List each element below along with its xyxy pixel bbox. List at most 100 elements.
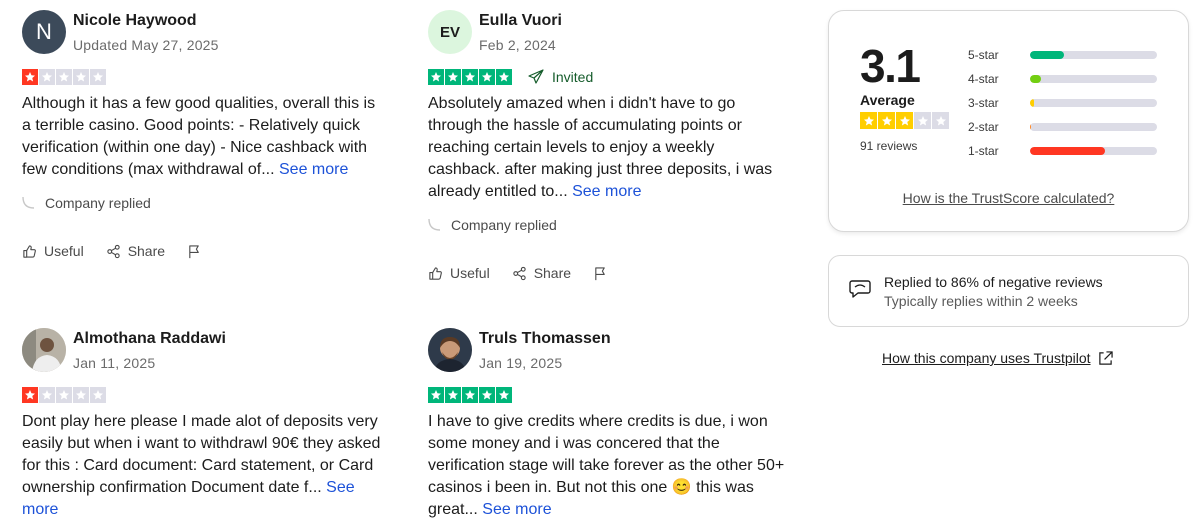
flag-icon <box>595 266 605 280</box>
star-empty-icon <box>56 387 72 403</box>
share-button[interactable]: Share <box>512 265 571 281</box>
star-filled-icon <box>860 112 877 129</box>
distribution-row[interactable]: 5-star <box>968 43 1157 67</box>
distribution-bar <box>1030 99 1157 107</box>
invited-badge[interactable]: Invited <box>528 69 593 85</box>
distribution-row[interactable]: 2-star <box>968 115 1157 139</box>
reply-rate-text: Replied to 86% of negative reviews <box>884 274 1103 290</box>
company-replied-label: Company replied <box>45 195 151 211</box>
thumbs-up-icon <box>429 266 442 280</box>
reviewer-name[interactable]: Truls Thomassen <box>479 329 611 349</box>
review-header: Truls Thomassen Jan 19, 2025 <box>428 326 788 374</box>
review-text: Absolutely amazed when i didn't have to … <box>428 93 788 203</box>
star-filled-icon <box>445 69 461 85</box>
star-filled-icon <box>428 69 444 85</box>
reviewer-name[interactable]: Nicole Haywood <box>73 11 219 31</box>
trustscore-calc-link[interactable]: How is the TrustScore calculated? <box>829 190 1188 206</box>
company-replied[interactable]: Company replied <box>428 217 788 233</box>
review-count: 91 reviews <box>860 139 918 153</box>
distribution-label: 1-star <box>968 144 999 158</box>
avatar[interactable]: N <box>22 10 66 54</box>
star-filled-icon <box>428 387 444 403</box>
star-empty-icon <box>73 69 89 85</box>
thumbs-up-icon <box>23 244 36 258</box>
distribution-label: 4-star <box>968 72 999 86</box>
star-empty-icon <box>932 112 949 129</box>
rating-distribution: 5-star 4-star 3-star 2-star 1-star <box>968 43 1157 163</box>
reviewer-name[interactable]: Almothana Raddawi <box>73 329 226 349</box>
distribution-bar <box>1030 147 1157 155</box>
star-filled-icon <box>479 387 495 403</box>
profile-photo <box>22 328 66 372</box>
report-button[interactable] <box>187 244 209 259</box>
trustscore-label: Average <box>860 92 915 108</box>
trustscore-value: 3.1 <box>860 40 921 92</box>
distribution-fill <box>1030 51 1065 59</box>
flag-icon <box>189 244 199 258</box>
distribution-label: 2-star <box>968 120 999 134</box>
trustscore-stars <box>860 112 949 129</box>
speech-bubble-icon <box>849 280 871 298</box>
reply-arc-icon <box>22 196 35 209</box>
distribution-row[interactable]: 1-star <box>968 139 1157 163</box>
report-button[interactable] <box>593 266 615 281</box>
distribution-row[interactable]: 4-star <box>968 67 1157 91</box>
avatar[interactable] <box>22 328 66 372</box>
star-filled-icon <box>496 387 512 403</box>
distribution-label: 5-star <box>968 48 999 62</box>
star-empty-icon <box>914 112 931 129</box>
review-header: N Nicole Haywood Updated May 27, 2025 <box>22 8 382 56</box>
company-uses-trustpilot-label: How this company uses Trustpilot <box>882 350 1091 366</box>
reply-arc-icon <box>428 218 441 231</box>
useful-button[interactable]: Useful <box>428 265 490 281</box>
review-header: EV Eulla Vuori Feb 2, 2024 <box>428 8 788 56</box>
reply-stats-card: Replied to 86% of negative reviews Typic… <box>828 255 1189 327</box>
review-text: Dont play here please I made alot of dep… <box>22 411 382 521</box>
star-filled-icon <box>462 69 478 85</box>
star-empty-icon <box>90 69 106 85</box>
see-more-link[interactable]: See more <box>572 183 641 200</box>
review-card: N Nicole Haywood Updated May 27, 2025 Al… <box>22 8 382 259</box>
review-date: Jan 19, 2025 <box>479 354 563 371</box>
review-actions: Useful Share <box>428 265 788 281</box>
avatar[interactable]: EV <box>428 10 472 54</box>
star-filled-icon <box>445 387 461 403</box>
avatar[interactable] <box>428 328 472 372</box>
reviewer-name[interactable]: Eulla Vuori <box>479 11 562 31</box>
profile-photo <box>428 328 472 372</box>
star-rating <box>428 387 512 403</box>
avatar-initials: N <box>36 19 52 44</box>
see-more-link[interactable]: See more <box>482 501 551 518</box>
star-filled-icon <box>22 69 38 85</box>
review-card: Almothana Raddawi Jan 11, 2025 Dont play… <box>22 326 382 521</box>
star-filled-icon <box>462 387 478 403</box>
review-text: Although it has a few good qualities, ov… <box>22 93 382 181</box>
company-replied[interactable]: Company replied <box>22 195 382 211</box>
share-icon <box>513 266 526 280</box>
review-text: I have to give credits where credits is … <box>428 411 788 521</box>
useful-button[interactable]: Useful <box>22 243 84 259</box>
star-rating <box>22 69 106 85</box>
avatar-initials: EV <box>439 23 460 41</box>
share-button[interactable]: Share <box>106 243 165 259</box>
star-filled-icon <box>878 112 895 129</box>
reply-time-text: Typically replies within 2 weeks <box>884 293 1078 309</box>
distribution-fill <box>1030 123 1032 131</box>
distribution-fill <box>1030 75 1042 83</box>
review-card: EV Eulla Vuori Feb 2, 2024 Invited Absol… <box>428 8 788 281</box>
company-uses-trustpilot-link[interactable]: How this company uses Trustpilot <box>882 350 1113 366</box>
share-icon <box>107 244 120 258</box>
star-empty-icon <box>73 387 89 403</box>
star-rating <box>428 69 512 85</box>
review-date: Feb 2, 2024 <box>479 36 556 53</box>
distribution-row[interactable]: 3-star <box>968 91 1157 115</box>
see-more-link[interactable]: See more <box>279 161 348 178</box>
star-empty-icon <box>39 387 55 403</box>
star-filled-icon <box>22 387 38 403</box>
company-replied-label: Company replied <box>451 217 557 233</box>
distribution-bar <box>1030 123 1157 131</box>
distribution-label: 3-star <box>968 96 999 110</box>
review-date: Jan 11, 2025 <box>73 354 156 371</box>
review-date: Updated May 27, 2025 <box>73 36 219 53</box>
paper-plane-icon <box>528 69 544 84</box>
